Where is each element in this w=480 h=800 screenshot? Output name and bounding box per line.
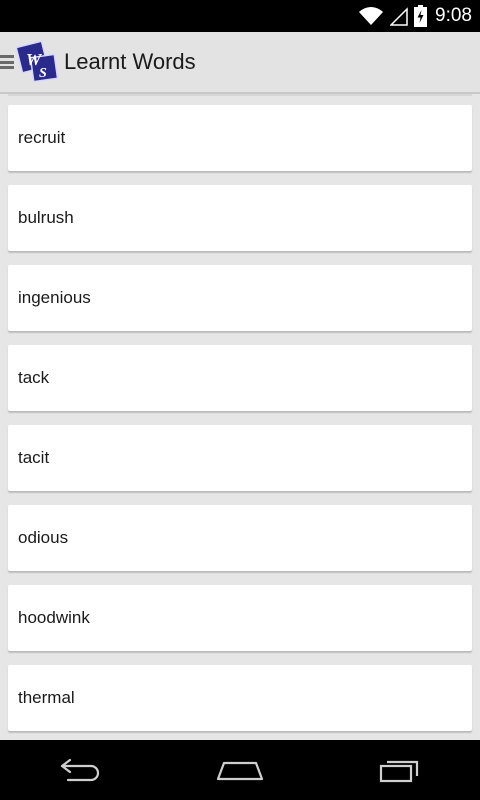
word-card-recruit[interactable]: recruit	[8, 105, 472, 171]
partial-card	[8, 94, 472, 96]
word-label: thermal	[18, 688, 75, 707]
word-card-tacit[interactable]: tacit	[8, 425, 472, 491]
back-icon[interactable]	[40, 740, 120, 800]
word-label: ingenious	[18, 288, 91, 307]
word-card-bulrush[interactable]: bulrush	[8, 185, 472, 251]
status-bar: 9:08	[0, 0, 480, 32]
logo-letter-s: S	[39, 66, 47, 81]
word-label: recruit	[18, 128, 66, 147]
word-card-tack[interactable]: tack	[8, 345, 472, 411]
recents-icon[interactable]	[360, 740, 440, 800]
word-card-odious[interactable]: odious	[8, 505, 472, 571]
word-list[interactable]: recruit bulrush ingenious tack tacit odi…	[0, 94, 480, 740]
word-label: bulrush	[18, 208, 74, 227]
word-label: tack	[18, 368, 50, 387]
home-icon[interactable]	[200, 740, 280, 800]
navigation-bar	[0, 740, 480, 800]
word-card-thermal[interactable]: thermal	[8, 665, 472, 731]
word-card-ingenious[interactable]: ingenious	[8, 265, 472, 331]
word-card-hoodwink[interactable]: hoodwink	[8, 585, 472, 651]
page-title: Learnt Words	[64, 49, 196, 74]
app-logo-icon[interactable]: W S	[15, 40, 60, 84]
word-label: tacit	[18, 448, 50, 467]
hamburger-icon[interactable]	[0, 55, 14, 69]
wifi-icon	[358, 6, 384, 26]
word-label: hoodwink	[18, 608, 90, 627]
cell-signal-icon	[390, 6, 408, 26]
battery-charging-icon	[414, 5, 428, 27]
clock: 9:08	[435, 5, 472, 26]
action-bar: W S Learnt Words	[0, 32, 480, 94]
word-label: odious	[18, 528, 69, 547]
